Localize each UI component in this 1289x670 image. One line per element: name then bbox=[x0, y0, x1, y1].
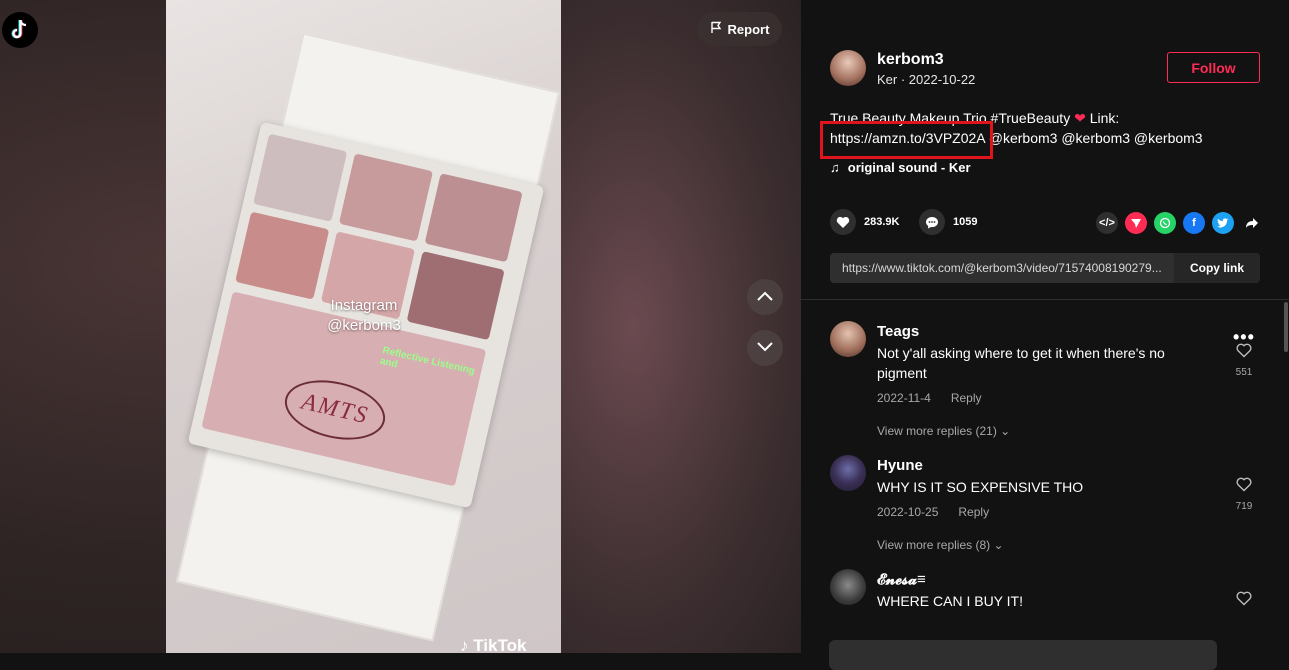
facebook-icon[interactable]: f bbox=[1183, 212, 1205, 234]
view-more-replies-label: View more replies (21) bbox=[877, 424, 997, 438]
share-url-bar: https://www.tiktok.com/@kerbom3/video/71… bbox=[830, 253, 1260, 283]
like-count: 283.9K bbox=[864, 216, 900, 228]
comment-like-count: 551 bbox=[1235, 367, 1253, 378]
author-username[interactable]: kerbom3 bbox=[877, 51, 944, 69]
chevron-down-icon: ⌄ bbox=[993, 538, 1004, 552]
share-url-text[interactable]: https://www.tiktok.com/@kerbom3/video/71… bbox=[830, 261, 1174, 275]
comment-meta: 2022-11-4 Reply bbox=[877, 391, 982, 405]
commenter-username[interactable]: Teags bbox=[877, 323, 919, 340]
commenter-avatar[interactable] bbox=[830, 455, 866, 491]
whatsapp-icon[interactable] bbox=[1154, 212, 1176, 234]
video-player-area[interactable]: AMTS Instagram @kerbom3 Reflective Liste… bbox=[0, 0, 801, 653]
chevron-down-icon: ⌄ bbox=[1000, 424, 1011, 438]
comment-count: 1059 bbox=[953, 216, 978, 228]
video-blur-background bbox=[561, 0, 801, 653]
sound-name: original sound - Ker bbox=[847, 160, 971, 175]
send-icon[interactable] bbox=[1125, 212, 1147, 234]
report-label: Report bbox=[727, 21, 770, 37]
sound-link[interactable]: ♫ original sound - Ker bbox=[830, 160, 971, 175]
link-label: Link: bbox=[1089, 110, 1120, 126]
comment-like-button[interactable] bbox=[1234, 591, 1254, 611]
comment-like-button[interactable] bbox=[1234, 477, 1254, 497]
comment-date: 2022-11-4 bbox=[877, 391, 931, 405]
share-icon-row: </> f bbox=[1096, 212, 1263, 234]
tiktok-watermark: ♪ TikTok bbox=[460, 636, 527, 653]
twitter-icon[interactable] bbox=[1212, 212, 1234, 234]
add-comment-input[interactable] bbox=[829, 640, 1217, 670]
highlight-box bbox=[820, 121, 993, 159]
author-avatar[interactable] bbox=[830, 50, 866, 86]
commenter-avatar[interactable] bbox=[830, 321, 866, 357]
flag-icon bbox=[710, 21, 722, 37]
next-video-button[interactable] bbox=[747, 330, 783, 366]
comment-item: 𝓔𝓷𝓮𝓼𝓪≡ WHERE CAN I BUY IT! bbox=[830, 569, 1260, 629]
like-stat[interactable]: 283.9K bbox=[830, 209, 899, 235]
heart-outline-icon bbox=[1236, 343, 1252, 362]
report-button[interactable]: Report bbox=[697, 12, 782, 46]
heart-outline-icon bbox=[1236, 477, 1252, 496]
reply-button[interactable]: Reply bbox=[958, 505, 989, 519]
commenter-avatar[interactable] bbox=[830, 569, 866, 605]
reply-button[interactable]: Reply bbox=[951, 391, 982, 405]
chevron-down-icon bbox=[757, 339, 773, 357]
comment-meta: 2022-10-25 Reply bbox=[877, 505, 989, 519]
comment-text: WHY IS IT SO EXPENSIVE THO bbox=[877, 479, 1084, 495]
chevron-up-icon bbox=[757, 288, 773, 306]
share-arrow-icon[interactable] bbox=[1241, 212, 1263, 234]
comment-like-count: 719 bbox=[1235, 501, 1253, 512]
section-divider bbox=[801, 299, 1289, 300]
follow-button[interactable]: Follow bbox=[1167, 52, 1260, 83]
video-overlay-text: Instagram @kerbom3 bbox=[327, 297, 401, 334]
comments-scrollbar[interactable] bbox=[1284, 302, 1288, 352]
heart-outline-icon bbox=[1236, 591, 1252, 610]
commenter-username[interactable]: 𝓔𝓷𝓮𝓼𝓪≡ bbox=[877, 571, 926, 588]
previous-video-button[interactable] bbox=[747, 279, 783, 315]
view-more-replies[interactable]: View more replies (8) ⌄ bbox=[877, 538, 1004, 552]
view-more-replies-label: View more replies (8) bbox=[877, 538, 991, 552]
comment-text: Not y'all asking where to get it when th… bbox=[877, 345, 1165, 381]
comment-like-button[interactable] bbox=[1234, 343, 1254, 363]
embed-icon[interactable]: </> bbox=[1096, 212, 1118, 234]
comment-item: Teags Not y'all asking where to get it w… bbox=[830, 321, 1260, 446]
commenter-username[interactable]: Hyune bbox=[877, 457, 923, 474]
author-meta: Ker · 2022-10-22 bbox=[877, 72, 976, 87]
comment-stat[interactable]: 1059 bbox=[919, 209, 977, 235]
heart-emoji-icon: ❤ bbox=[1074, 110, 1086, 126]
heart-icon bbox=[830, 209, 856, 235]
mention-links[interactable]: @kerbom3 @kerbom3 @kerbom3 bbox=[989, 130, 1203, 146]
comment-date: 2022-10-25 bbox=[877, 505, 939, 519]
tiktok-logo-icon[interactable] bbox=[2, 12, 38, 48]
comment-text: WHERE CAN I BUY IT! bbox=[877, 593, 1023, 609]
music-note-icon: ♫ bbox=[830, 160, 840, 175]
view-more-replies[interactable]: View more replies (21) ⌄ bbox=[877, 424, 1010, 438]
comment-icon bbox=[919, 209, 945, 235]
video-details-panel: kerbom3 Ker · 2022-10-22 Follow True Bea… bbox=[801, 0, 1289, 670]
comment-item: Hyune WHY IS IT SO EXPENSIVE THO 2022-10… bbox=[830, 455, 1260, 555]
copy-link-button[interactable]: Copy link bbox=[1174, 253, 1260, 283]
